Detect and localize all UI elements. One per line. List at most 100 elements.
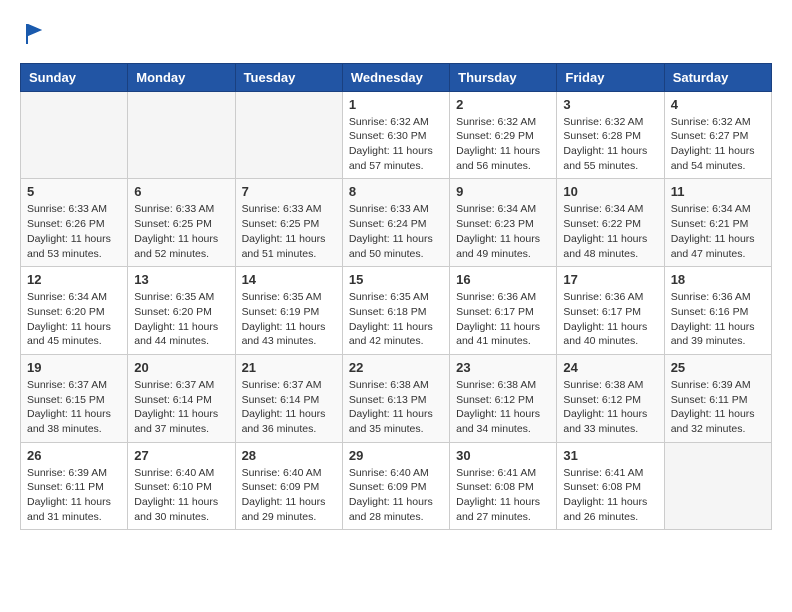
- day-info: Sunrise: 6:36 AM Sunset: 6:17 PM Dayligh…: [563, 290, 657, 349]
- day-info: Sunrise: 6:37 AM Sunset: 6:14 PM Dayligh…: [134, 378, 228, 437]
- day-number: 24: [563, 360, 657, 375]
- day-number: 18: [671, 272, 765, 287]
- day-number: 30: [456, 448, 550, 463]
- day-number: 17: [563, 272, 657, 287]
- day-info: Sunrise: 6:41 AM Sunset: 6:08 PM Dayligh…: [456, 466, 550, 525]
- calendar-cell: 14 Sunrise: 6:35 AM Sunset: 6:19 PM Dayli…: [235, 267, 342, 355]
- calendar-cell: 1 Sunrise: 6:32 AM Sunset: 6:30 PM Daylig…: [342, 91, 449, 179]
- day-number: 10: [563, 184, 657, 199]
- calendar-cell: 24 Sunrise: 6:38 AM Sunset: 6:12 PM Dayli…: [557, 354, 664, 442]
- column-header-tuesday: Tuesday: [235, 63, 342, 91]
- day-number: 6: [134, 184, 228, 199]
- day-number: 8: [349, 184, 443, 199]
- day-info: Sunrise: 6:35 AM Sunset: 6:20 PM Dayligh…: [134, 290, 228, 349]
- calendar-cell: 9 Sunrise: 6:34 AM Sunset: 6:23 PM Daylig…: [450, 179, 557, 267]
- day-number: 12: [27, 272, 121, 287]
- calendar-cell: 21 Sunrise: 6:37 AM Sunset: 6:14 PM Dayli…: [235, 354, 342, 442]
- calendar-cell: 10 Sunrise: 6:34 AM Sunset: 6:22 PM Dayli…: [557, 179, 664, 267]
- calendar-week-row: 1 Sunrise: 6:32 AM Sunset: 6:30 PM Daylig…: [21, 91, 772, 179]
- calendar-cell: 7 Sunrise: 6:33 AM Sunset: 6:25 PM Daylig…: [235, 179, 342, 267]
- day-info: Sunrise: 6:34 AM Sunset: 6:20 PM Dayligh…: [27, 290, 121, 349]
- day-number: 26: [27, 448, 121, 463]
- day-info: Sunrise: 6:40 AM Sunset: 6:09 PM Dayligh…: [349, 466, 443, 525]
- day-info: Sunrise: 6:37 AM Sunset: 6:14 PM Dayligh…: [242, 378, 336, 437]
- calendar-cell: 28Sunrise: 6:40 AM Sunset: 6:09 PM Dayli…: [235, 442, 342, 530]
- calendar-cell: 16 Sunrise: 6:36 AM Sunset: 6:17 PM Dayli…: [450, 267, 557, 355]
- day-number: 16: [456, 272, 550, 287]
- day-number: 11: [671, 184, 765, 199]
- day-number: 22: [349, 360, 443, 375]
- calendar-week-row: 12 Sunrise: 6:34 AM Sunset: 6:20 PM Dayli…: [21, 267, 772, 355]
- calendar-cell: 30 Sunrise: 6:41 AM Sunset: 6:08 PM Dayli…: [450, 442, 557, 530]
- day-info: Sunrise: 6:38 AM Sunset: 6:13 PM Dayligh…: [349, 378, 443, 437]
- calendar-cell: 22 Sunrise: 6:38 AM Sunset: 6:13 PM Dayli…: [342, 354, 449, 442]
- calendar-cell: [664, 442, 771, 530]
- calendar-cell: 25 Sunrise: 6:39 AM Sunset: 6:11 PM Dayli…: [664, 354, 771, 442]
- day-number: 9: [456, 184, 550, 199]
- calendar-cell: 23Sunrise: 6:38 AM Sunset: 6:12 PM Dayli…: [450, 354, 557, 442]
- day-info: Sunrise: 6:34 AM Sunset: 6:21 PM Dayligh…: [671, 202, 765, 261]
- day-info: Sunrise: 6:41 AM Sunset: 6:08 PM Dayligh…: [563, 466, 657, 525]
- day-info: Sunrise: 6:33 AM Sunset: 6:25 PM Dayligh…: [134, 202, 228, 261]
- page-header: [20, 20, 772, 47]
- day-info: Sunrise: 6:36 AM Sunset: 6:17 PM Dayligh…: [456, 290, 550, 349]
- calendar-table: SundayMondayTuesdayWednesdayThursdayFrid…: [20, 63, 772, 531]
- day-number: 1: [349, 97, 443, 112]
- day-number: 13: [134, 272, 228, 287]
- column-header-saturday: Saturday: [664, 63, 771, 91]
- day-info: Sunrise: 6:39 AM Sunset: 6:11 PM Dayligh…: [671, 378, 765, 437]
- calendar-cell: [235, 91, 342, 179]
- calendar-cell: 4 Sunrise: 6:32 AM Sunset: 6:27 PM Daylig…: [664, 91, 771, 179]
- calendar-cell: 2 Sunrise: 6:32 AM Sunset: 6:29 PM Daylig…: [450, 91, 557, 179]
- day-info: Sunrise: 6:35 AM Sunset: 6:18 PM Dayligh…: [349, 290, 443, 349]
- day-info: Sunrise: 6:34 AM Sunset: 6:23 PM Dayligh…: [456, 202, 550, 261]
- day-info: Sunrise: 6:33 AM Sunset: 6:24 PM Dayligh…: [349, 202, 443, 261]
- calendar-cell: 13 Sunrise: 6:35 AM Sunset: 6:20 PM Dayli…: [128, 267, 235, 355]
- column-header-thursday: Thursday: [450, 63, 557, 91]
- day-info: Sunrise: 6:36 AM Sunset: 6:16 PM Dayligh…: [671, 290, 765, 349]
- day-number: 27: [134, 448, 228, 463]
- column-header-sunday: Sunday: [21, 63, 128, 91]
- day-info: Sunrise: 6:32 AM Sunset: 6:28 PM Dayligh…: [563, 115, 657, 174]
- calendar-cell: 20Sunrise: 6:37 AM Sunset: 6:14 PM Dayli…: [128, 354, 235, 442]
- day-number: 15: [349, 272, 443, 287]
- calendar-cell: [128, 91, 235, 179]
- calendar-cell: 26 Sunrise: 6:39 AM Sunset: 6:11 PM Dayli…: [21, 442, 128, 530]
- calendar-cell: 15 Sunrise: 6:35 AM Sunset: 6:18 PM Dayli…: [342, 267, 449, 355]
- day-number: 25: [671, 360, 765, 375]
- calendar-week-row: 5Sunrise: 6:33 AM Sunset: 6:26 PM Daylig…: [21, 179, 772, 267]
- day-number: 29: [349, 448, 443, 463]
- calendar-cell: 29 Sunrise: 6:40 AM Sunset: 6:09 PM Dayli…: [342, 442, 449, 530]
- day-info: Sunrise: 6:39 AM Sunset: 6:11 PM Dayligh…: [27, 466, 121, 525]
- day-number: 5: [27, 184, 121, 199]
- day-number: 4: [671, 97, 765, 112]
- calendar-cell: 17 Sunrise: 6:36 AM Sunset: 6:17 PM Dayli…: [557, 267, 664, 355]
- calendar-cell: 5Sunrise: 6:33 AM Sunset: 6:26 PM Daylig…: [21, 179, 128, 267]
- day-info: Sunrise: 6:32 AM Sunset: 6:30 PM Dayligh…: [349, 115, 443, 174]
- day-number: 23: [456, 360, 550, 375]
- logo: [20, 20, 50, 47]
- calendar-cell: 8 Sunrise: 6:33 AM Sunset: 6:24 PM Daylig…: [342, 179, 449, 267]
- day-number: 31: [563, 448, 657, 463]
- calendar-cell: 31 Sunrise: 6:41 AM Sunset: 6:08 PM Dayli…: [557, 442, 664, 530]
- calendar-week-row: 26 Sunrise: 6:39 AM Sunset: 6:11 PM Dayli…: [21, 442, 772, 530]
- day-info: Sunrise: 6:32 AM Sunset: 6:27 PM Dayligh…: [671, 115, 765, 174]
- day-number: 7: [242, 184, 336, 199]
- day-number: 14: [242, 272, 336, 287]
- day-info: Sunrise: 6:40 AM Sunset: 6:09 PM Dayligh…: [242, 466, 336, 525]
- calendar-cell: 6 Sunrise: 6:33 AM Sunset: 6:25 PM Daylig…: [128, 179, 235, 267]
- logo-flag-icon: [22, 20, 50, 48]
- column-header-monday: Monday: [128, 63, 235, 91]
- day-info: Sunrise: 6:35 AM Sunset: 6:19 PM Dayligh…: [242, 290, 336, 349]
- day-info: Sunrise: 6:33 AM Sunset: 6:25 PM Dayligh…: [242, 202, 336, 261]
- calendar-header-row: SundayMondayTuesdayWednesdayThursdayFrid…: [21, 63, 772, 91]
- day-info: Sunrise: 6:34 AM Sunset: 6:22 PM Dayligh…: [563, 202, 657, 261]
- calendar-cell: 18 Sunrise: 6:36 AM Sunset: 6:16 PM Dayli…: [664, 267, 771, 355]
- column-header-wednesday: Wednesday: [342, 63, 449, 91]
- day-number: 19: [27, 360, 121, 375]
- day-info: Sunrise: 6:40 AM Sunset: 6:10 PM Dayligh…: [134, 466, 228, 525]
- day-info: Sunrise: 6:32 AM Sunset: 6:29 PM Dayligh…: [456, 115, 550, 174]
- day-number: 21: [242, 360, 336, 375]
- day-info: Sunrise: 6:38 AM Sunset: 6:12 PM Dayligh…: [563, 378, 657, 437]
- day-number: 2: [456, 97, 550, 112]
